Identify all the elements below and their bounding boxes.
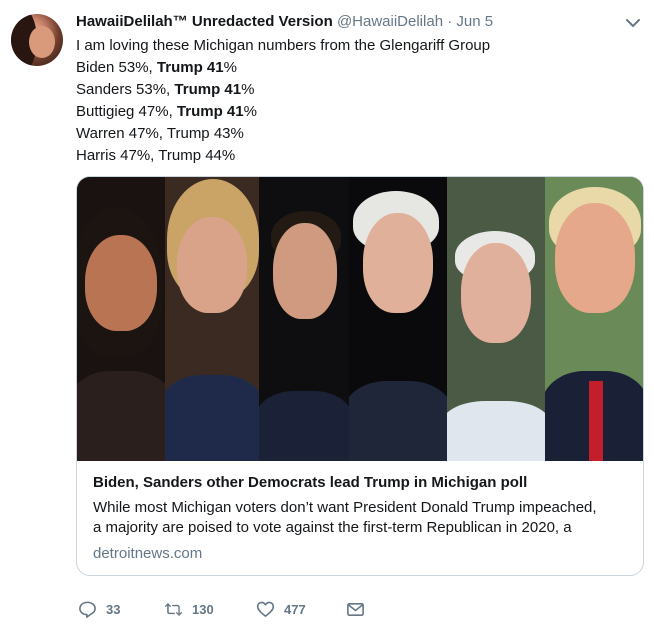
tweet-line: I am loving these Michigan numbers from … bbox=[76, 37, 491, 54]
reply-count: 33 bbox=[106, 602, 121, 617]
card-text[interactable]: Biden, Sanders other Democrats lead Trum… bbox=[77, 461, 643, 564]
chevron-down-icon[interactable] bbox=[624, 14, 642, 32]
display-name[interactable]: HawaiiDelilah™ Unredacted Version bbox=[76, 13, 333, 30]
card-image[interactable] bbox=[77, 177, 643, 461]
user-handle[interactable]: @HawaiiDelilah bbox=[337, 13, 443, 30]
like-count: 477 bbox=[284, 602, 306, 617]
card-domain[interactable]: detroitnews.com bbox=[93, 544, 627, 564]
card-description: While most Michigan voters don’t want Pr… bbox=[93, 499, 597, 536]
photo-panel bbox=[545, 177, 643, 461]
like-button[interactable]: 477 bbox=[256, 600, 322, 619]
tweet-date[interactable]: Jun 5 bbox=[456, 13, 493, 30]
tweet-line: Buttigieg 47%, Trump 41% bbox=[76, 103, 257, 120]
heart-icon bbox=[256, 601, 275, 617]
photo-panel bbox=[447, 177, 545, 461]
tweet-line: Biden 53%, Trump 41% bbox=[76, 59, 237, 76]
retweet-count: 130 bbox=[192, 602, 214, 617]
tweet-line: Harris 47%, Trump 44% bbox=[76, 147, 236, 164]
avatar[interactable] bbox=[11, 14, 63, 66]
retweet-icon bbox=[164, 603, 183, 616]
tweet-text: I am loving these Michigan numbers from … bbox=[76, 35, 490, 167]
photo-panel bbox=[259, 177, 349, 461]
photo-panel bbox=[77, 177, 165, 461]
photo-panel bbox=[165, 177, 259, 461]
separator-dot: · bbox=[447, 13, 453, 30]
photo-panel bbox=[349, 177, 447, 461]
tweet[interactable]: HawaiiDelilah™ Unredacted Version @Hawai… bbox=[0, 0, 654, 626]
card-title[interactable]: Biden, Sanders other Democrats lead Trum… bbox=[93, 473, 627, 493]
tweet-line: Sanders 53%, Trump 41% bbox=[76, 81, 255, 98]
envelope-icon bbox=[347, 602, 364, 617]
tweet-line: Warren 47%, Trump 43% bbox=[76, 125, 244, 142]
direct-message-button[interactable] bbox=[346, 600, 374, 619]
tweet-actions: 33 130 477 bbox=[78, 600, 402, 619]
tweet-header: HawaiiDelilah™ Unredacted Version @Hawai… bbox=[76, 12, 493, 32]
link-card[interactable]: Biden, Sanders other Democrats lead Trum… bbox=[76, 176, 644, 576]
reply-icon bbox=[79, 601, 96, 618]
reply-button[interactable]: 33 bbox=[78, 600, 140, 619]
retweet-button[interactable]: 130 bbox=[164, 600, 230, 619]
